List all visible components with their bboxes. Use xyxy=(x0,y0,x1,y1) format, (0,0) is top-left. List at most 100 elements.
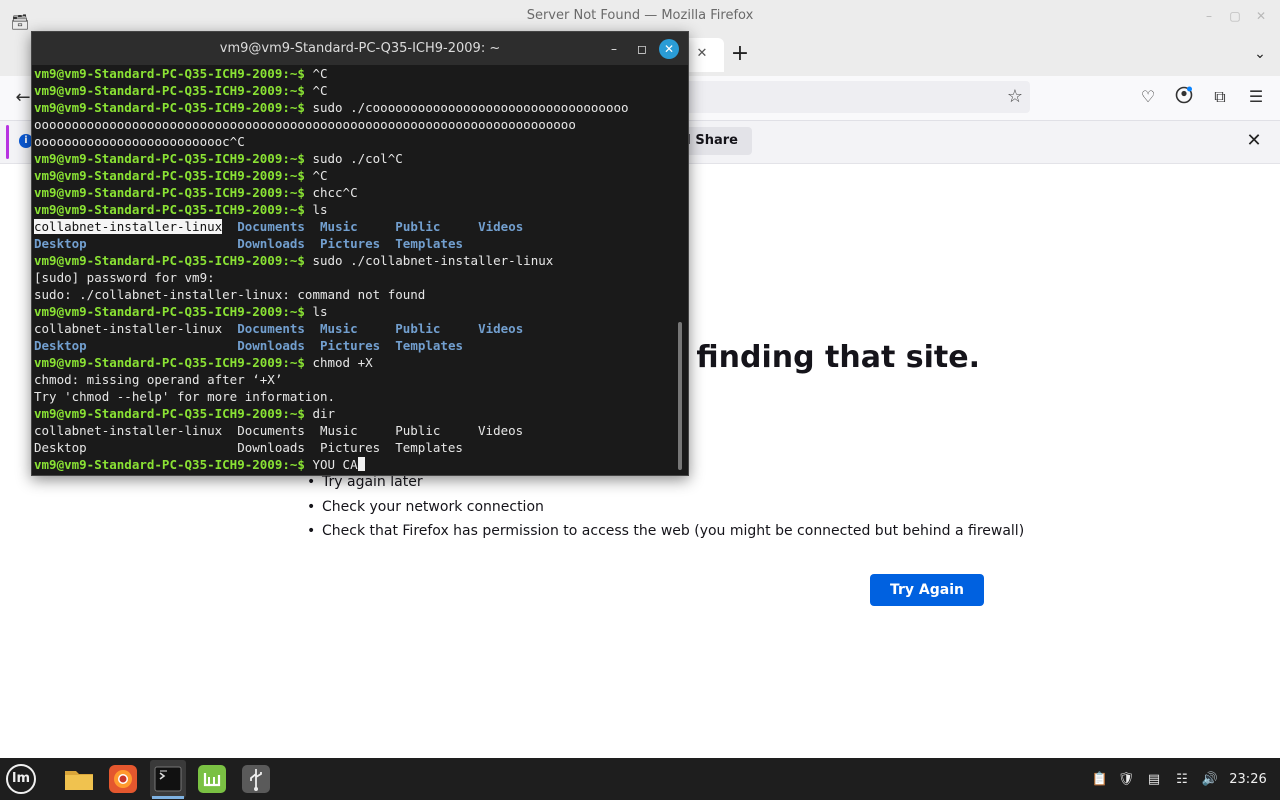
terminal-prompt: vm9@vm9-Standard-PC-Q35-ICH9-2009:~$ xyxy=(34,83,313,98)
new-tab-button[interactable]: + xyxy=(728,42,752,66)
account-icon[interactable] xyxy=(1172,86,1196,108)
terminal-prompt: vm9@vm9-Standard-PC-Q35-ICH9-2009:~$ xyxy=(34,185,313,200)
terminal-line: oooooooooooooooooooooooooc^C xyxy=(34,133,674,150)
terminal-directory-name: Desktop xyxy=(34,236,87,251)
firefox-view-icon[interactable]: 🗃 xyxy=(10,12,30,32)
terminal-line: [sudo] password for vm9: xyxy=(34,269,674,286)
volume-icon[interactable]: 🔊 xyxy=(1201,771,1219,789)
terminal-input-line[interactable]: vm9@vm9-Standard-PC-Q35-ICH9-2009:~$ YOU… xyxy=(34,456,674,473)
terminal-directory-name: Desktop xyxy=(34,338,87,353)
clock[interactable]: 23:26 xyxy=(1224,768,1272,792)
clipboard-icon[interactable]: 📋 xyxy=(1091,771,1109,789)
notification-accent xyxy=(6,125,9,159)
terminal-line: vm9@vm9-Standard-PC-Q35-ICH9-2009:~$ ^C xyxy=(34,65,674,82)
firefox-launcher[interactable] xyxy=(106,762,140,796)
terminal-text: ^C xyxy=(312,83,328,98)
terminal-text: chmod +X xyxy=(312,355,373,370)
terminal-line: vm9@vm9-Standard-PC-Q35-ICH9-2009:~$ ^C xyxy=(34,167,674,184)
suggestion-list: Try again later Check your network conne… xyxy=(306,470,1024,544)
terminal-directory-name: Downloads xyxy=(237,338,305,353)
terminal-line: chmod: missing operand after ‘+X’ xyxy=(34,371,674,388)
usb-launcher[interactable] xyxy=(239,762,273,796)
terminal-prompt: vm9@vm9-Standard-PC-Q35-ICH9-2009:~$ xyxy=(34,406,313,421)
network-icon[interactable]: ☷ xyxy=(1173,771,1191,789)
terminal-text: ls xyxy=(312,304,328,319)
firefox-maximize-button[interactable]: ▢ xyxy=(1222,0,1248,32)
terminal-text: ^C xyxy=(312,168,328,183)
terminal-prompt: vm9@vm9-Standard-PC-Q35-ICH9-2009:~$ xyxy=(34,168,313,183)
extensions-icon[interactable]: ⧉ xyxy=(1208,86,1232,108)
terminal-output[interactable]: vm9@vm9-Standard-PC-Q35-ICH9-2009:~$ ^C v… xyxy=(34,65,674,473)
terminal-launcher[interactable] xyxy=(151,762,185,796)
tab-close-icon[interactable]: ✕ xyxy=(692,44,712,64)
terminal-line: collabnet-installer-linux Documents Musi… xyxy=(34,320,674,337)
terminal-text: [sudo] password for vm9: xyxy=(34,270,215,285)
terminal-line: sudo: ./collabnet-installer-linux: comma… xyxy=(34,286,674,303)
terminal-prompt: vm9@vm9-Standard-PC-Q35-ICH9-2009:~$ xyxy=(34,202,313,217)
terminal-prompt: vm9@vm9-Standard-PC-Q35-ICH9-2009:~$ xyxy=(34,253,313,268)
terminal-line: Try 'chmod --help' for more information. xyxy=(34,388,674,405)
terminal-scrollbar[interactable] xyxy=(678,322,682,470)
pocket-icon[interactable]: ♡ xyxy=(1136,86,1160,108)
terminal-directory-name: Music xyxy=(320,219,358,234)
terminal-title-bar: vm9@vm9-Standard-PC-Q35-ICH9-2009: ~ xyxy=(32,32,688,65)
taskbar xyxy=(0,758,1280,800)
terminal-text: sudo ./col^C xyxy=(312,151,403,166)
terminal-line: collabnet-installer-linux Documents Musi… xyxy=(34,218,674,235)
firefox-close-button[interactable]: ✕ xyxy=(1248,0,1274,32)
terminal-directory-name: Pictures xyxy=(320,236,381,251)
terminal-directory-name: Music xyxy=(320,321,358,336)
terminal-directory-name: Videos xyxy=(478,321,524,336)
try-again-button[interactable]: Try Again xyxy=(870,574,984,606)
terminal-prompt: vm9@vm9-Standard-PC-Q35-ICH9-2009:~$ xyxy=(34,100,313,115)
terminal-directory-name: Public xyxy=(395,321,441,336)
terminal-line: vm9@vm9-Standard-PC-Q35-ICH9-2009:~$ sud… xyxy=(34,252,674,269)
tab-list-chevron-icon[interactable]: ⌄ xyxy=(1248,42,1272,66)
terminal-minimize-button[interactable]: – xyxy=(604,39,624,59)
terminal-prompt: vm9@vm9-Standard-PC-Q35-ICH9-2009:~$ xyxy=(34,355,313,370)
files-launcher[interactable] xyxy=(62,762,96,796)
terminal-line: vm9@vm9-Standard-PC-Q35-ICH9-2009:~$ dir xyxy=(34,405,674,422)
terminal-text: oooooooooooooooooooooooooooooooooooooooo… xyxy=(34,117,576,132)
terminal-window[interactable]: vm9@vm9-Standard-PC-Q35-ICH9-2009: ~ – ◻… xyxy=(31,31,689,476)
terminal-line: Desktop Downloads Pictures Templates xyxy=(34,337,674,354)
terminal-directory-name: Templates xyxy=(395,338,464,353)
app-menu-icon[interactable]: ☰ xyxy=(1244,86,1268,108)
terminal-directory-name: Templates xyxy=(395,236,464,251)
terminal-text: sudo ./coooooooooooooooooooooooooooooooo… xyxy=(312,100,629,115)
notes-icon[interactable]: ▤ xyxy=(1145,771,1163,789)
shield-icon[interactable]: 🛡 xyxy=(1117,771,1135,789)
suggestion-item: Check your network connection xyxy=(306,495,1006,520)
terminal-text: chcc^C xyxy=(312,185,358,200)
usb-icon xyxy=(242,765,270,793)
terminal-line: vm9@vm9-Standard-PC-Q35-ICH9-2009:~$ sud… xyxy=(34,150,674,167)
terminal-text: collabnet-installer-linux xyxy=(34,219,223,234)
terminal-directory-name: Downloads xyxy=(237,236,305,251)
terminal-current-input[interactable]: YOU CA xyxy=(312,457,357,472)
terminal-close-button[interactable]: ✕ xyxy=(659,39,679,59)
bookmark-star-icon[interactable]: ☆ xyxy=(1004,86,1026,108)
terminal-cursor xyxy=(357,457,365,471)
terminal-directory-name: Videos xyxy=(478,219,524,234)
terminal-text: ^C xyxy=(312,66,328,81)
terminal-maximize-button[interactable]: ◻ xyxy=(632,39,652,59)
terminal-line: Desktop Downloads Pictures Templates xyxy=(34,235,674,252)
terminal-prompt: vm9@vm9-Standard-PC-Q35-ICH9-2009:~$ xyxy=(34,304,313,319)
notification-close-icon[interactable]: ✕ xyxy=(1242,130,1266,152)
terminal-prompt: vm9@vm9-Standard-PC-Q35-ICH9-2009:~$ xyxy=(34,457,313,472)
mint-menu-button[interactable]: lm xyxy=(6,764,36,794)
terminal-text: ls xyxy=(312,202,328,217)
terminal-line: vm9@vm9-Standard-PC-Q35-ICH9-2009:~$ chc… xyxy=(34,184,674,201)
firefox-minimize-button[interactable]: – xyxy=(1196,0,1222,32)
terminal-line: collabnet-installer-linux Documents Musi… xyxy=(34,422,674,439)
terminal-line: vm9@vm9-Standard-PC-Q35-ICH9-2009:~$ chm… xyxy=(34,354,674,371)
update-manager-launcher[interactable] xyxy=(195,762,229,796)
